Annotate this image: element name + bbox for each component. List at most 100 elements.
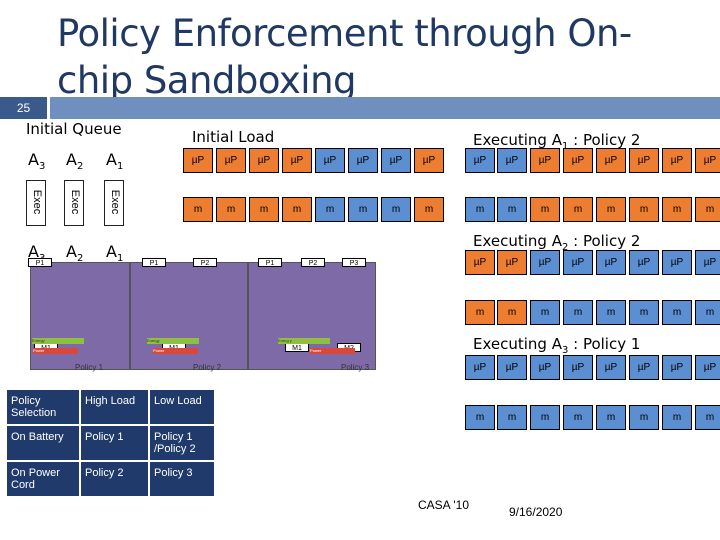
memory-cell: m bbox=[662, 300, 692, 325]
microprocessor-cell: µP bbox=[629, 148, 659, 173]
processor-label: P2 bbox=[301, 258, 325, 267]
memory-cell: m bbox=[695, 405, 720, 430]
microprocessor-cell: µP bbox=[563, 148, 593, 173]
memory-cell: m bbox=[662, 405, 692, 430]
microprocessor-cell: µP bbox=[596, 355, 626, 380]
microprocessor-cell: µP bbox=[596, 250, 626, 275]
microprocessor-cell: µP bbox=[662, 148, 692, 173]
app-letter: A bbox=[66, 242, 77, 261]
microprocessor-cell: µP bbox=[695, 250, 720, 275]
footer-venue: CASA '10 bbox=[418, 498, 469, 512]
microprocessor-cell: µP bbox=[530, 250, 560, 275]
exec-box: Exec bbox=[26, 180, 46, 226]
memory-cell: m bbox=[183, 197, 213, 222]
microprocessor-cell: µP bbox=[695, 355, 720, 380]
memory-cell: m bbox=[629, 197, 659, 222]
exec-box: Exec bbox=[104, 180, 124, 226]
policy-table-cell: Policy 3 bbox=[148, 460, 216, 498]
policy-table-cell: High Load bbox=[79, 388, 150, 426]
microprocessor-cell: µP bbox=[348, 148, 378, 173]
policy-table-row: On Power Cord Policy 2 Policy 3 bbox=[5, 460, 216, 498]
processor-label: P2 bbox=[193, 258, 217, 267]
app-letter: A bbox=[66, 150, 77, 169]
microprocessor-cell: µP bbox=[629, 250, 659, 275]
slide-number: 25 bbox=[0, 97, 47, 119]
initial-queue-heading: Initial Queue bbox=[26, 120, 122, 138]
memory-cell: m bbox=[563, 300, 593, 325]
policy-table-cell: Policy 2 bbox=[79, 460, 150, 498]
microprocessor-cell: µP bbox=[216, 148, 246, 173]
app-index: 1 bbox=[116, 161, 124, 173]
exec-box: Exec bbox=[64, 180, 84, 226]
queue-app-top: A2 bbox=[66, 150, 83, 172]
microprocessor-cell: µP bbox=[465, 148, 495, 173]
microprocessor-cell: µP bbox=[596, 148, 626, 173]
microprocessor-cell: µP bbox=[497, 250, 527, 275]
memory-cell: m bbox=[695, 197, 720, 222]
microprocessor-cell: µP bbox=[497, 148, 527, 173]
microprocessor-cell: µP bbox=[465, 355, 495, 380]
memory-cell: m bbox=[629, 405, 659, 430]
queue-app-bottom: A2 bbox=[66, 242, 83, 264]
initial-load-heading: Initial Load bbox=[192, 128, 275, 146]
processor-label: P1 bbox=[258, 258, 282, 267]
memory-cell: m bbox=[563, 405, 593, 430]
microprocessor-cell: µP bbox=[465, 250, 495, 275]
memory-cell: m bbox=[497, 197, 527, 222]
microprocessor-cell: µP bbox=[381, 148, 411, 173]
memory-cell: m bbox=[596, 300, 626, 325]
memory-cell: m bbox=[216, 197, 246, 222]
memory-cell: m bbox=[414, 197, 444, 222]
memory-cell: m bbox=[348, 197, 378, 222]
memory-cell: m bbox=[596, 405, 626, 430]
exec-label: Exec bbox=[109, 189, 121, 215]
policy-table-row: On Battery Policy 1 Policy 1 /Policy 2 bbox=[5, 424, 216, 462]
app-letter: A bbox=[28, 150, 39, 169]
microprocessor-cell: µP bbox=[530, 355, 560, 380]
memory-cell: m bbox=[530, 300, 560, 325]
policy-table-cell: On Power Cord bbox=[5, 460, 81, 498]
microprocessor-cell: µP bbox=[563, 250, 593, 275]
memory-cell: m bbox=[695, 300, 720, 325]
memory-cell: m bbox=[497, 300, 527, 325]
app-letter: A bbox=[106, 150, 117, 169]
executing-a3-heading: Executing A3 : Policy 1 bbox=[473, 335, 641, 356]
policy-table: Policy Selection High Load Low Load On Batt… bbox=[5, 388, 216, 498]
microprocessor-cell: µP bbox=[629, 355, 659, 380]
energy-bar: Energy bbox=[32, 338, 84, 344]
memory-cell: m bbox=[596, 197, 626, 222]
memory-cell: m bbox=[530, 197, 560, 222]
memory-cell: m bbox=[282, 197, 312, 222]
microprocessor-cell: µP bbox=[662, 250, 692, 275]
policy-label: Policy 3 bbox=[341, 363, 370, 372]
policy-table-row: Policy Selection High Load Low Load bbox=[5, 388, 216, 426]
processor-label: P1 bbox=[28, 258, 52, 267]
footer-date: 9/16/2020 bbox=[509, 505, 563, 519]
power-bar: Power bbox=[153, 348, 198, 354]
microprocessor-cell: µP bbox=[563, 355, 593, 380]
queue-app-top: A1 bbox=[106, 150, 123, 172]
memory-cell: m bbox=[629, 300, 659, 325]
title-accent-bar bbox=[50, 97, 720, 119]
microprocessor-cell: µP bbox=[497, 355, 527, 380]
energy-bar: Energ y bbox=[278, 338, 330, 344]
power-bar: Power bbox=[310, 348, 355, 354]
memory-cell: m bbox=[249, 197, 279, 222]
exec-label: Exec bbox=[31, 189, 43, 215]
microprocessor-cell: µP bbox=[315, 148, 345, 173]
power-bar: Power bbox=[33, 348, 78, 354]
policy-table-cell: Policy 1 /Policy 2 bbox=[148, 424, 216, 462]
policy-table-cell: On Battery bbox=[5, 424, 81, 462]
memory-cell: m bbox=[563, 197, 593, 222]
policy-table-cell: Low Load bbox=[148, 388, 216, 426]
memory-cell: m bbox=[381, 197, 411, 222]
policy-label: Policy 2 bbox=[193, 363, 222, 372]
app-index: 3 bbox=[38, 161, 46, 173]
policy-table-cell: Policy Selection bbox=[5, 388, 81, 426]
queue-app-bottom: A1 bbox=[106, 242, 123, 264]
slide-title: Policy Enforcement through On-chip Sandb… bbox=[57, 12, 632, 102]
microprocessor-cell: µP bbox=[662, 355, 692, 380]
microprocessor-cell: µP bbox=[183, 148, 213, 173]
policy-label: Policy 1 bbox=[75, 363, 104, 372]
app-letter: A bbox=[106, 242, 117, 261]
